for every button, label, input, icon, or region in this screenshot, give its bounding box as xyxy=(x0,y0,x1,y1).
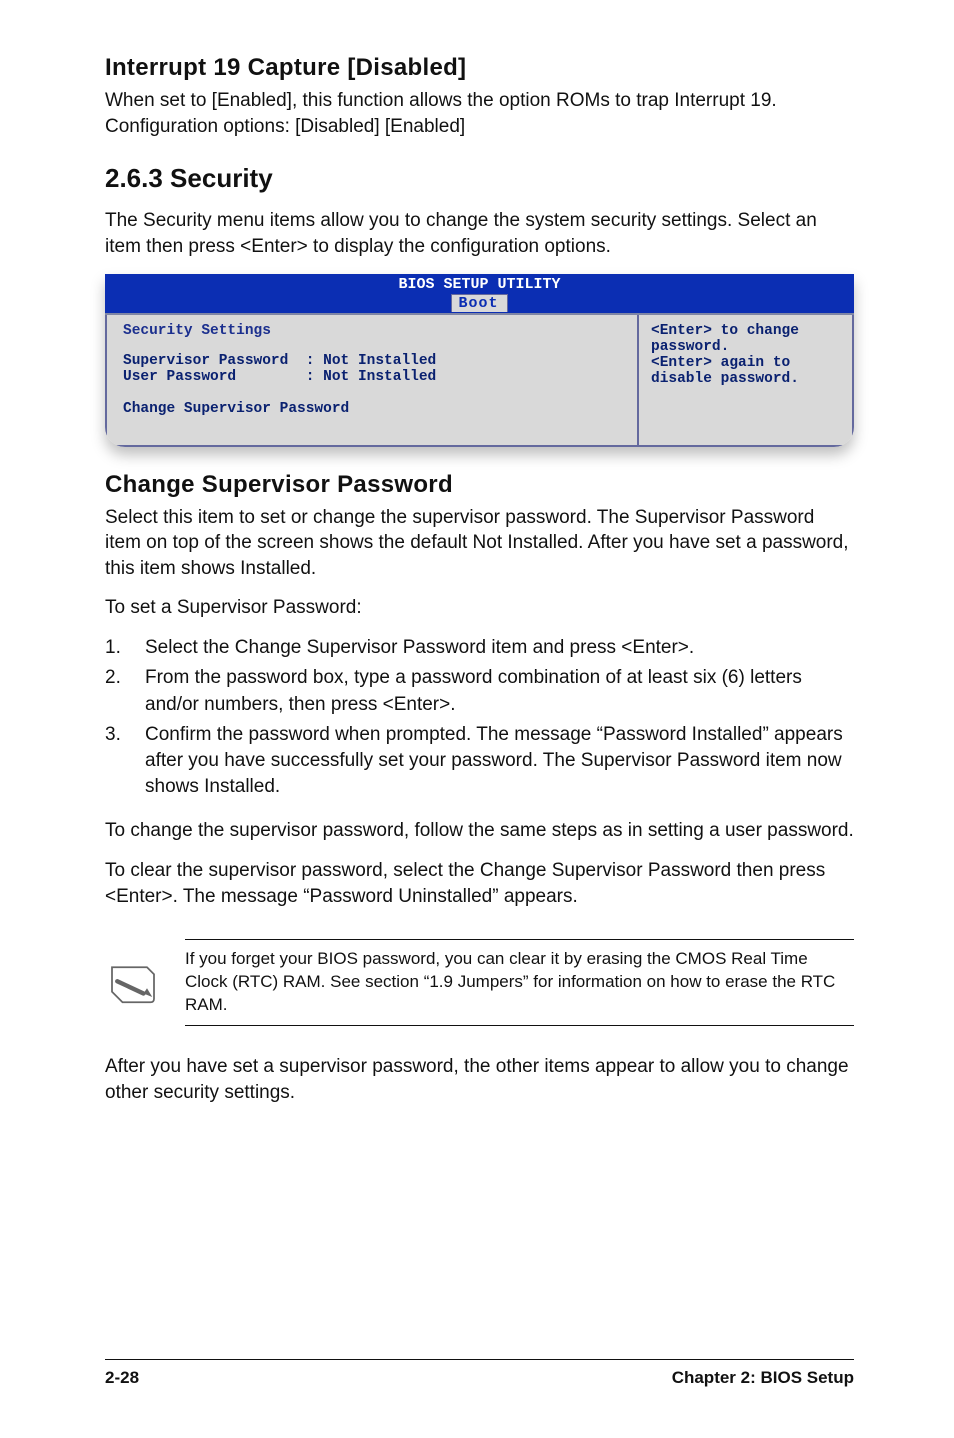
step-text: From the password box, type a password c… xyxy=(145,665,854,717)
bios-help-line: <Enter> to change xyxy=(651,323,840,339)
step-number: 1. xyxy=(105,635,145,661)
bios-left-pane: Security Settings Supervisor Password : … xyxy=(105,315,639,447)
para-after-note: After you have set a supervisor password… xyxy=(105,1054,854,1105)
bios-security-settings-label: Security Settings xyxy=(123,323,621,339)
page-footer: 2-28 Chapter 2: BIOS Setup xyxy=(105,1359,854,1388)
bios-title: BIOS SETUP UTILITY xyxy=(105,276,854,293)
heading-change-supervisor-password: Change Supervisor Password xyxy=(105,471,854,499)
step-number: 2. xyxy=(105,665,145,717)
heading-security: 2.6.3 Security xyxy=(105,163,854,194)
step-text: Select the Change Supervisor Password it… xyxy=(145,635,694,661)
bios-help-line: <Enter> again to xyxy=(651,355,840,371)
chapter-label: Chapter 2: BIOS Setup xyxy=(672,1368,854,1388)
step-number: 3. xyxy=(105,722,145,801)
bios-change-supervisor-password-item: Change Supervisor Password xyxy=(123,401,621,417)
bios-user-password-row: User Password : Not Installed xyxy=(123,369,621,385)
step-item: 1. Select the Change Supervisor Password… xyxy=(105,635,854,661)
heading-interrupt-capture: Interrupt 19 Capture [Disabled] xyxy=(105,54,854,82)
steps-list: 1. Select the Change Supervisor Password… xyxy=(105,635,854,800)
para-interrupt-capture: When set to [Enabled], this function all… xyxy=(105,88,854,139)
step-text: Confirm the password when prompted. The … xyxy=(145,722,854,801)
page-number: 2-28 xyxy=(105,1368,139,1388)
note-text: If you forget your BIOS password, you ca… xyxy=(185,939,854,1026)
bios-tab-boot: Boot xyxy=(451,294,507,312)
bios-right-pane: <Enter> to change password. <Enter> agai… xyxy=(639,315,854,447)
para-change-desc: Select this item to set or change the su… xyxy=(105,505,854,582)
bios-nav-hint xyxy=(651,419,840,441)
para-clear: To clear the supervisor password, select… xyxy=(105,858,854,909)
bios-body: Security Settings Supervisor Password : … xyxy=(105,313,854,447)
step-item: 3. Confirm the password when prompted. T… xyxy=(105,722,854,801)
bios-help-line: disable password. xyxy=(651,371,840,387)
para-security-intro: The Security menu items allow you to cha… xyxy=(105,208,854,259)
bios-supervisor-password-row: Supervisor Password : Not Installed xyxy=(123,353,621,369)
step-item: 2. From the password box, type a passwor… xyxy=(105,665,854,717)
bios-help-line: password. xyxy=(651,339,840,355)
para-change-follow: To change the supervisor password, follo… xyxy=(105,818,854,844)
bios-setup-figure: BIOS SETUP UTILITY Boot Security Setting… xyxy=(105,274,854,447)
bios-header: BIOS SETUP UTILITY Boot xyxy=(105,274,854,313)
note-pencil-icon xyxy=(105,955,161,1011)
bios-help-text: <Enter> to change password. <Enter> agai… xyxy=(651,323,840,387)
note-callout: If you forget your BIOS password, you ca… xyxy=(105,939,854,1026)
para-to-set: To set a Supervisor Password: xyxy=(105,595,854,621)
